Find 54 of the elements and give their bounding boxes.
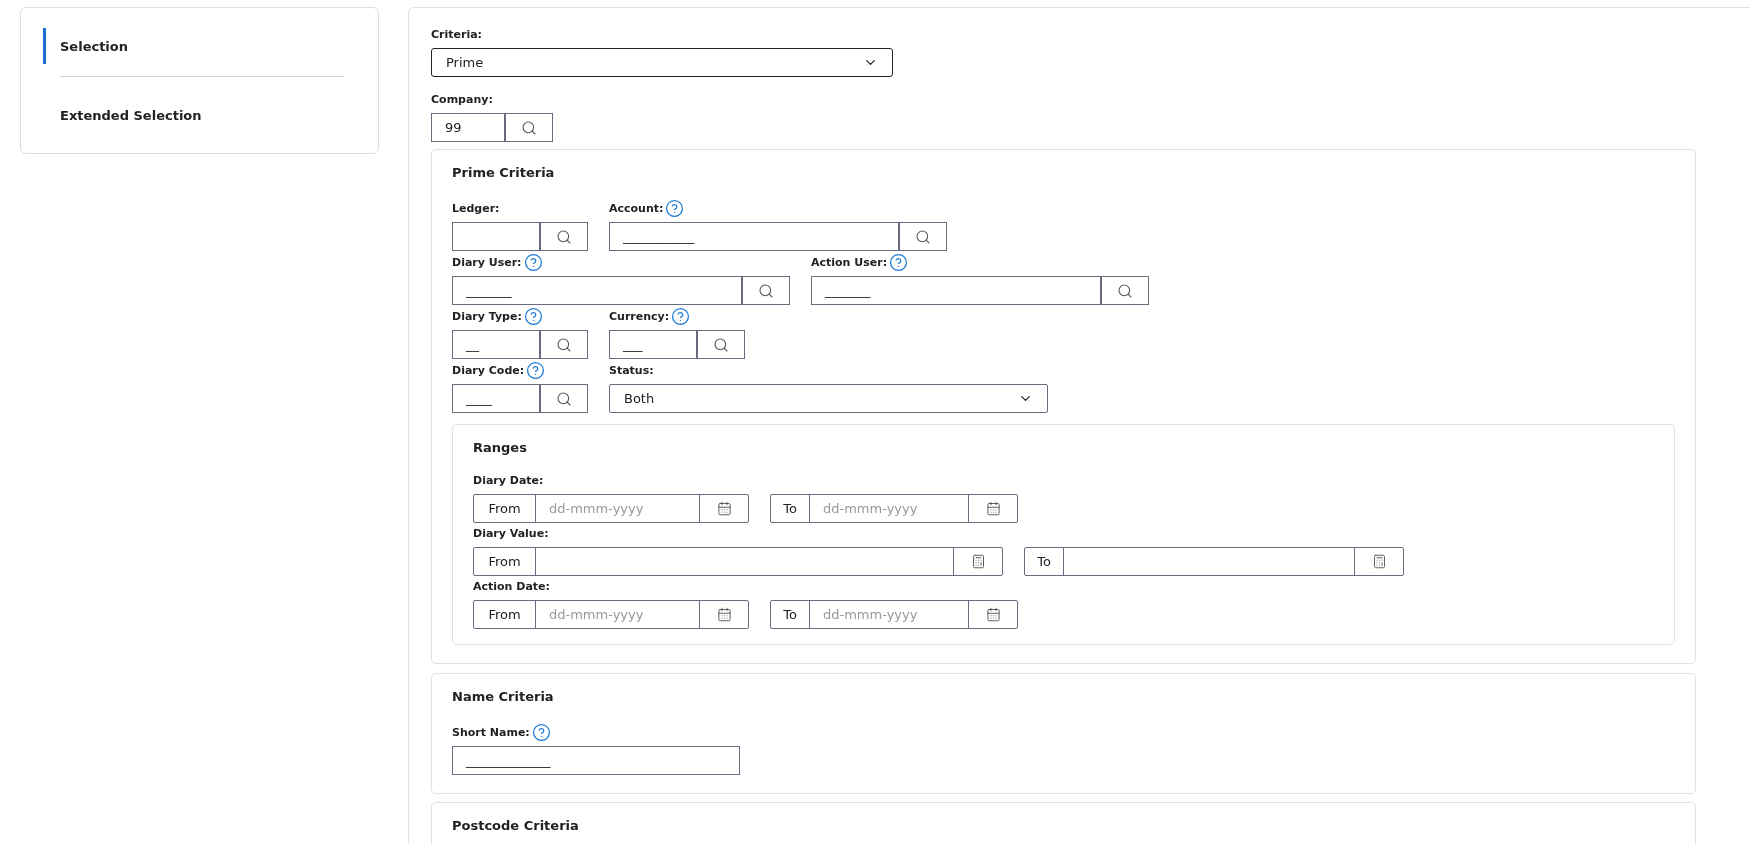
field-label: Account: bbox=[609, 201, 664, 215]
input-field[interactable]: ____ bbox=[452, 384, 540, 413]
search-button[interactable] bbox=[540, 330, 588, 359]
field-label: Diary Date: bbox=[473, 473, 544, 487]
search-button[interactable] bbox=[505, 113, 553, 142]
search-icon bbox=[556, 336, 572, 353]
help-icon[interactable] bbox=[671, 306, 691, 326]
help-icon[interactable] bbox=[889, 252, 909, 272]
help-icon[interactable] bbox=[665, 198, 685, 218]
search-icon bbox=[556, 228, 572, 245]
search-icon bbox=[1117, 282, 1133, 299]
input-field[interactable]: _______ bbox=[452, 276, 742, 305]
section-title: Postcode Criteria bbox=[452, 818, 580, 833]
search-button[interactable] bbox=[1101, 276, 1149, 305]
input-field[interactable]: __ bbox=[452, 330, 540, 359]
search-icon bbox=[713, 336, 729, 353]
search-icon bbox=[556, 390, 572, 407]
search-button[interactable] bbox=[540, 384, 588, 413]
input-field[interactable] bbox=[452, 222, 540, 251]
search-icon bbox=[521, 119, 537, 136]
section-title: Ranges bbox=[473, 440, 528, 455]
sidebar-item[interactable]: Extended Selection bbox=[43, 97, 344, 133]
input-field[interactable]: 99 bbox=[431, 113, 505, 142]
field-label: Company: bbox=[431, 92, 493, 106]
section-title: Prime Criteria bbox=[452, 165, 556, 180]
help-icon[interactable] bbox=[523, 252, 543, 272]
field-label: Ledger: bbox=[452, 201, 500, 215]
input-field[interactable]: _______ bbox=[811, 276, 1101, 305]
help-icon[interactable] bbox=[526, 360, 546, 380]
field-label: Action Date: bbox=[473, 579, 550, 593]
status-dropdown[interactable]: Both bbox=[609, 384, 1048, 413]
search-button[interactable] bbox=[540, 222, 588, 251]
section-title: Name Criteria bbox=[452, 689, 555, 704]
field-label: Diary User: bbox=[452, 255, 522, 269]
search-button[interactable] bbox=[697, 330, 745, 359]
input-field[interactable]: _____________ bbox=[452, 746, 740, 775]
input-field[interactable]: ___ bbox=[609, 330, 697, 359]
field-label: Short Name: bbox=[452, 725, 530, 739]
search-button[interactable] bbox=[899, 222, 947, 251]
field-label: Diary Type: bbox=[452, 309, 522, 323]
help-icon[interactable] bbox=[523, 306, 543, 326]
input-field[interactable]: ___________ bbox=[609, 222, 899, 251]
field-label: Diary Code: bbox=[452, 363, 525, 377]
field-label: Action User: bbox=[811, 255, 888, 269]
criteria-dropdown[interactable]: Prime bbox=[431, 48, 893, 77]
sidebar-item[interactable]: Selection bbox=[43, 28, 344, 64]
field-label: Criteria: bbox=[431, 27, 482, 41]
help-icon[interactable] bbox=[531, 722, 551, 742]
field-label: Diary Value: bbox=[473, 526, 549, 540]
field-label: Status: bbox=[609, 363, 654, 377]
search-icon bbox=[758, 282, 774, 299]
field-label: Currency: bbox=[609, 309, 670, 323]
search-button[interactable] bbox=[742, 276, 790, 305]
search-icon bbox=[915, 228, 931, 245]
